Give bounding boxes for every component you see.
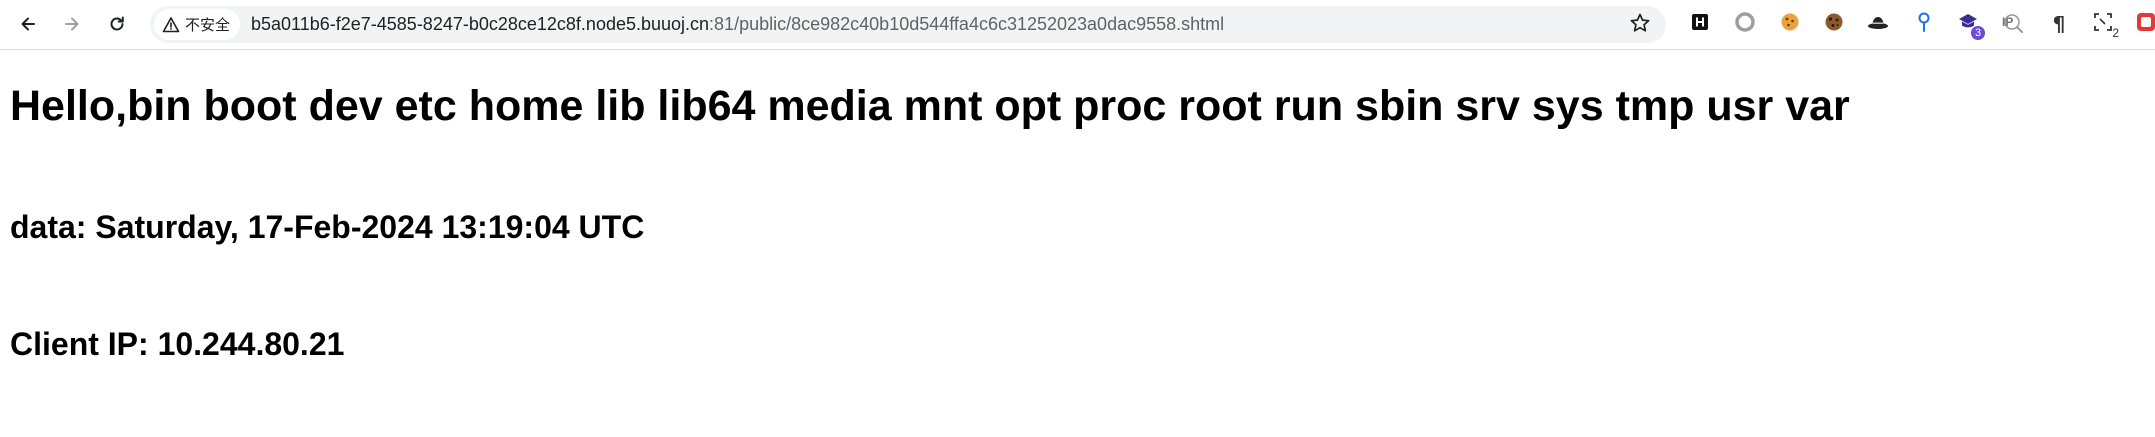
cookie-dark-icon (1823, 11, 1845, 37)
extension-screenshot[interactable]: 2 (2093, 12, 2119, 40)
pin-icon (1915, 11, 1933, 37)
extension-pilcrow[interactable]: ¶ (2047, 12, 2071, 36)
circle-icon (1734, 11, 1756, 37)
extension-ip[interactable]: IP (2002, 12, 2026, 36)
arrow-left-icon (18, 14, 38, 34)
client-ip-line: Client IP: 10.244.80.21 (10, 326, 345, 362)
bookmark-button[interactable] (1628, 13, 1652, 37)
security-indicator[interactable]: 不安全 (154, 9, 241, 40)
extension-hat[interactable] (1866, 12, 1890, 36)
extension-cookie[interactable] (1778, 12, 1802, 36)
url-text[interactable]: b5a011b6-f2e7-4585-8247-b0c28ce12c8f.nod… (251, 6, 1224, 43)
purple-badge-icon: 3 (1957, 12, 1985, 40)
extension-red[interactable] (2137, 12, 2155, 36)
back-button[interactable] (10, 6, 46, 42)
browser-toolbar: 不安全 b5a011b6-f2e7-4585-8247-b0c28ce12c8f… (0, 0, 2155, 50)
h-box-icon (1691, 13, 1709, 35)
screenshot-icon: 2 (2093, 12, 2119, 40)
security-label: 不安全 (185, 17, 231, 34)
reload-icon (107, 14, 127, 34)
arrow-right-icon (62, 14, 82, 34)
url-host: b5a011b6-f2e7-4585-8247-b0c28ce12c8f.nod… (251, 14, 710, 34)
extension-cookie-dark[interactable] (1822, 12, 1846, 36)
extension-badge: 3 (1971, 26, 1985, 40)
extension-circle[interactable] (1733, 12, 1757, 36)
date-line: data: Saturday, 17-Feb-2024 13:19:04 UTC (10, 209, 645, 245)
star-icon (1629, 12, 1651, 39)
extension-badge: 2 (2112, 26, 2119, 40)
extension-h[interactable] (1688, 12, 1712, 36)
hat-icon (1866, 11, 1890, 37)
page-heading: Hello,bin boot dev etc home lib lib64 me… (10, 82, 1850, 130)
extension-pin[interactable] (1912, 12, 1936, 36)
address-bar[interactable]: 不安全 b5a011b6-f2e7-4585-8247-b0c28ce12c8f… (150, 6, 1666, 43)
extension-purple[interactable]: 3 (1957, 12, 1985, 40)
pilcrow-icon: ¶ (2052, 12, 2066, 36)
url-path: :81/public/8ce982c40b10d544ffa4c6c312520… (709, 14, 1225, 34)
cookie-icon (1779, 11, 1801, 37)
forward-button[interactable] (54, 6, 90, 42)
red-extension-icon (2137, 12, 2155, 36)
reload-button[interactable] (99, 6, 135, 42)
ip-icon: IP (2002, 12, 2026, 36)
warning-icon (162, 16, 180, 34)
